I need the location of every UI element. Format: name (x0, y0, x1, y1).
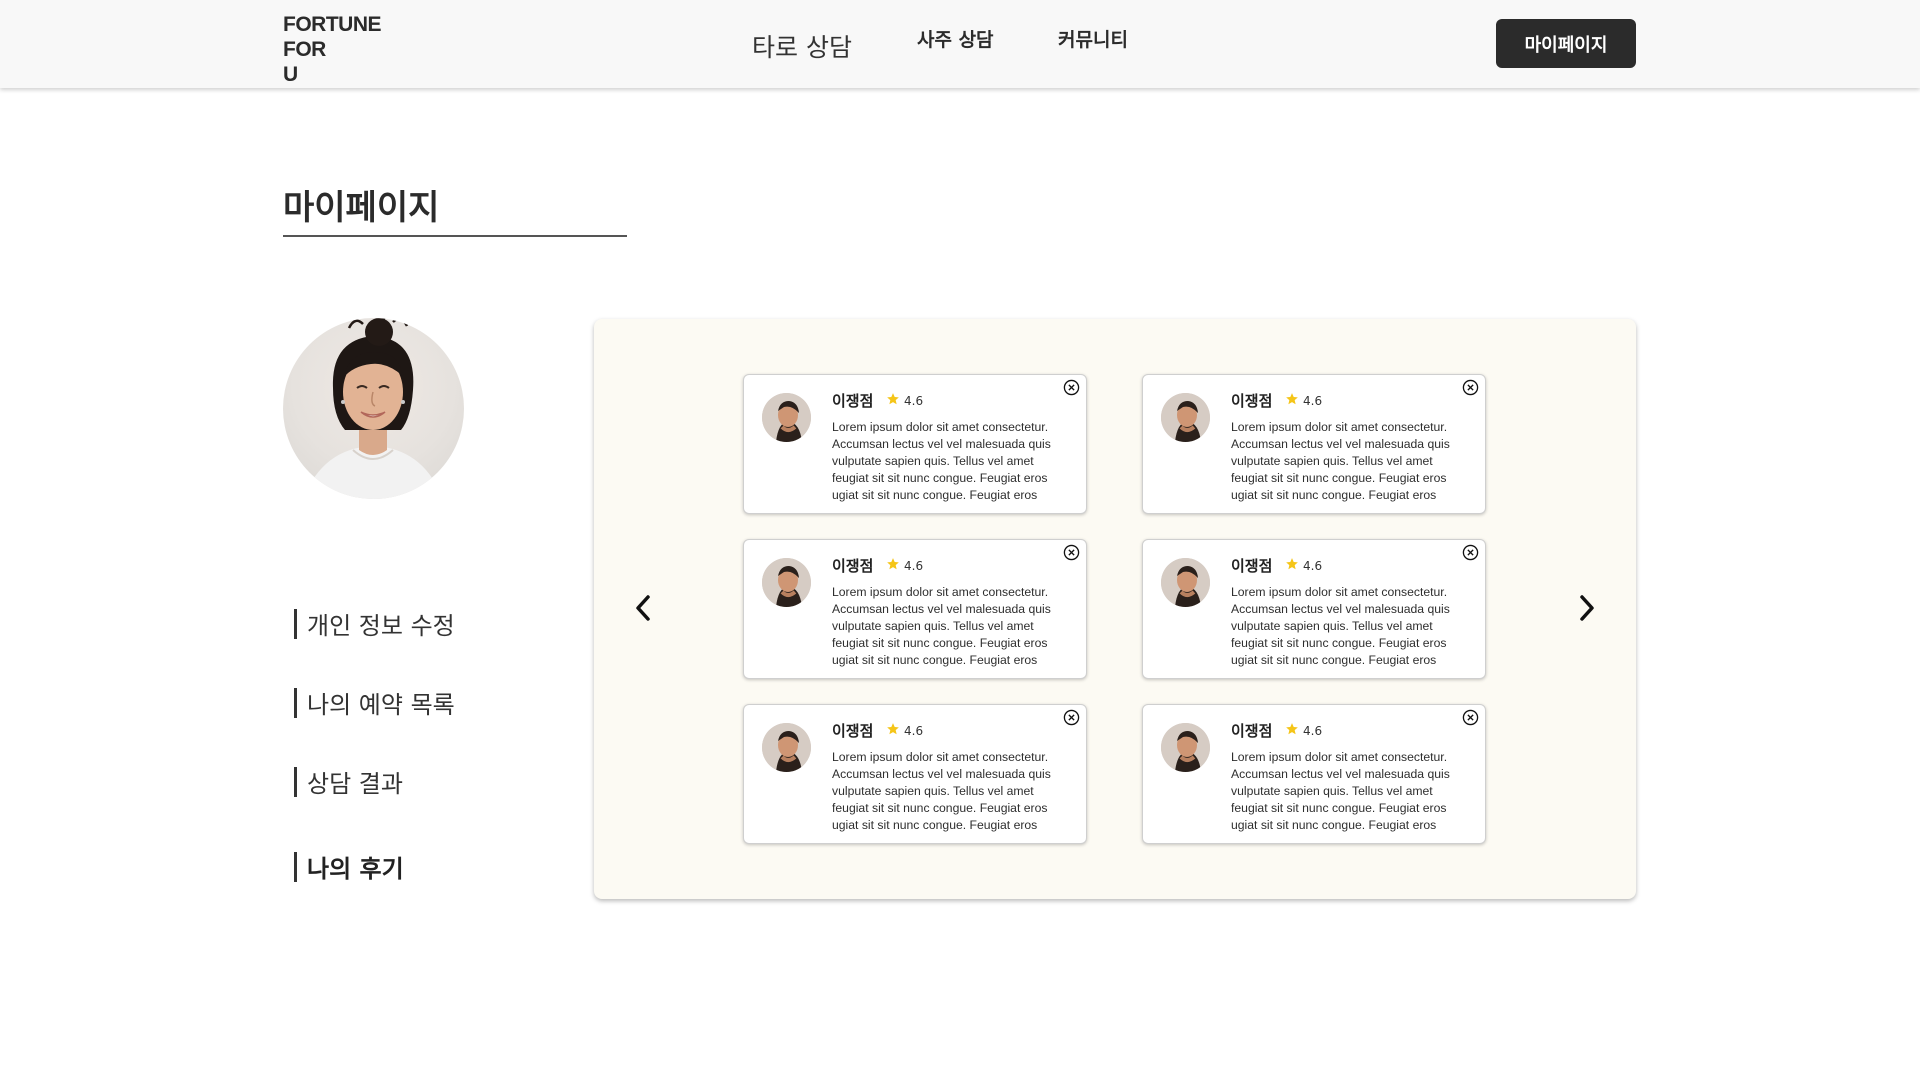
star-icon (1286, 393, 1298, 405)
reviewer-name: 이쟁점 (1231, 722, 1273, 740)
menu-bar-marker (294, 687, 297, 718)
sidebar-item-my-reviews[interactable]: 나의 후기 (294, 849, 404, 884)
review-rating: 4.6 (1303, 394, 1323, 408)
reviewer-portrait-illustration (762, 558, 811, 607)
reviewer-name: 이쟁점 (832, 557, 874, 575)
profile-avatar (283, 318, 464, 499)
logo-line-3: U (283, 63, 298, 86)
reviewer-name: 이쟁점 (832, 722, 874, 740)
page-title: 마이페이지 (283, 188, 440, 228)
review-card-6[interactable]: 이쟁점 4.6 Lorem ipsum dolor sit amet conse… (1142, 704, 1486, 844)
profile-portrait-illustration (303, 318, 443, 499)
sidebar-item-label: 상담 결과 (307, 770, 403, 798)
carousel-prev-button[interactable] (628, 583, 658, 633)
star-icon (887, 558, 899, 570)
close-circle-icon[interactable] (1462, 544, 1479, 561)
carousel-next-button[interactable] (1572, 583, 1602, 633)
title-underline (283, 235, 627, 237)
logo-line-2: FOR (283, 38, 326, 61)
reviewer-portrait-illustration (762, 723, 811, 772)
chevron-left-icon (636, 595, 650, 621)
reviewer-name: 이쟁점 (1231, 557, 1273, 575)
star-icon (1286, 558, 1298, 570)
brand-logo[interactable]: FORTUNE FOR U (283, 12, 403, 87)
review-rating: 4.6 (904, 394, 924, 408)
nav-community[interactable]: 커뮤니티 (1058, 0, 1128, 82)
review-card-2[interactable]: 이쟁점 4.6 Lorem ipsum dolor sit amet conse… (1142, 374, 1486, 514)
review-text: Lorem ipsum dolor sit amet consectetur. … (832, 420, 1051, 502)
close-circle-icon[interactable] (1063, 379, 1080, 396)
close-circle-icon[interactable] (1063, 544, 1080, 561)
reviewer-avatar (1161, 558, 1210, 607)
review-text: Lorem ipsum dolor sit amet consectetur. … (832, 585, 1051, 667)
reviewer-avatar (762, 723, 811, 772)
review-card-1[interactable]: 이쟁점 4.6 Lorem ipsum dolor sit amet conse… (743, 374, 1087, 514)
reviewer-portrait-illustration (1161, 393, 1210, 442)
reviewer-portrait-illustration (1161, 723, 1210, 772)
logo-line-1: FORTUNE (283, 13, 382, 36)
review-card-5[interactable]: 이쟁점 4.6 Lorem ipsum dolor sit amet conse… (743, 704, 1087, 844)
reviewer-name: 이쟁점 (1231, 392, 1273, 410)
reviewer-avatar (1161, 393, 1210, 442)
menu-bar-marker (294, 766, 297, 797)
reviewer-name: 이쟁점 (832, 392, 874, 410)
review-text: Lorem ipsum dolor sit amet consectetur. … (832, 750, 1051, 832)
sidebar-item-edit-profile[interactable]: 개인 정보 수정 (294, 606, 455, 641)
star-icon (887, 393, 899, 405)
menu-bar-marker (294, 851, 297, 882)
review-text: Lorem ipsum dolor sit amet consectetur. … (1231, 585, 1450, 667)
star-icon (1286, 723, 1298, 735)
reviewer-avatar (762, 393, 811, 442)
review-rating: 4.6 (1303, 559, 1323, 573)
close-circle-icon[interactable] (1462, 709, 1479, 726)
review-rating: 4.6 (904, 559, 924, 573)
reviewer-portrait-illustration (762, 393, 811, 442)
close-circle-icon[interactable] (1462, 379, 1479, 396)
review-rating: 4.6 (1303, 724, 1323, 738)
top-header: FORTUNE FOR U 타로 상담 사주 상담 커뮤니티 마이페이지 (0, 0, 1920, 88)
review-rating: 4.6 (904, 724, 924, 738)
sidebar-item-label: 나의 예약 목록 (307, 691, 455, 719)
sidebar-item-label: 나의 후기 (307, 855, 404, 883)
close-circle-icon[interactable] (1063, 709, 1080, 726)
mypage-button[interactable]: 마이페이지 (1496, 19, 1636, 68)
reviewer-avatar (1161, 723, 1210, 772)
sidebar-item-my-reservations[interactable]: 나의 예약 목록 (294, 685, 455, 720)
review-card-3[interactable]: 이쟁점 4.6 Lorem ipsum dolor sit amet conse… (743, 539, 1087, 679)
star-icon (887, 723, 899, 735)
menu-bar-marker (294, 608, 297, 639)
review-text: Lorem ipsum dolor sit amet consectetur. … (1231, 420, 1450, 502)
nav-saju-consult[interactable]: 사주 상담 (917, 0, 994, 82)
review-card-4[interactable]: 이쟁점 4.6 Lorem ipsum dolor sit amet conse… (1142, 539, 1486, 679)
chevron-right-icon (1580, 595, 1594, 621)
reviewer-avatar (762, 558, 811, 607)
nav-tarot-consult[interactable]: 타로 상담 (752, 2, 852, 90)
sidebar-item-label: 개인 정보 수정 (307, 612, 455, 640)
sidebar-item-consult-results[interactable]: 상담 결과 (294, 764, 403, 799)
reviewer-portrait-illustration (1161, 558, 1210, 607)
review-text: Lorem ipsum dolor sit amet consectetur. … (1231, 750, 1450, 832)
